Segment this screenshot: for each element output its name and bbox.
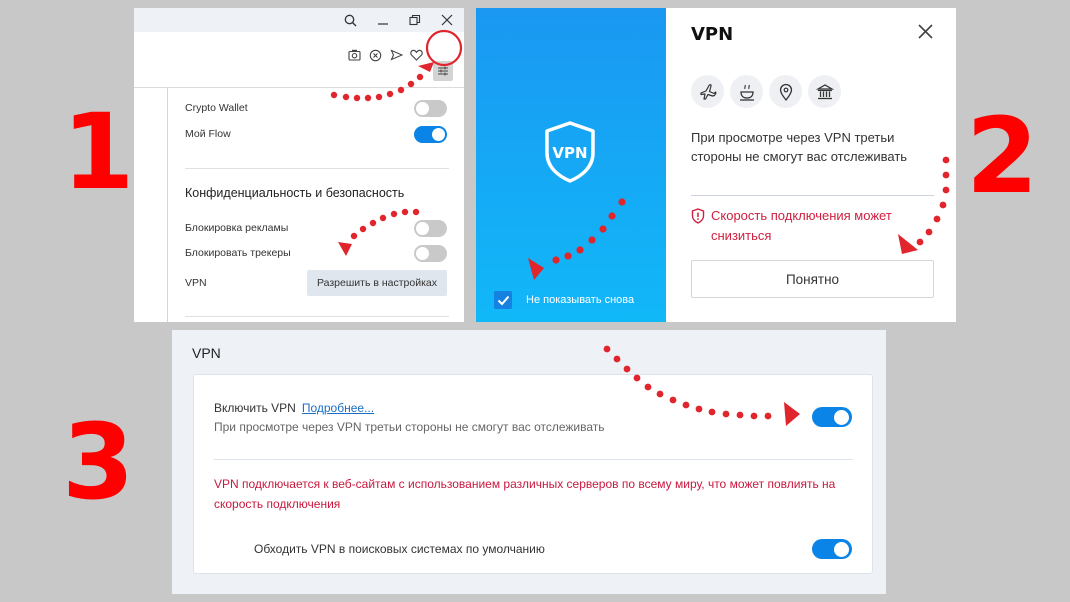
enable-vpn-description: При просмотре через VPN третьи стороны н… xyxy=(214,420,605,434)
bypass-search-engines-label: Обходить VPN в поисковых системах по умо… xyxy=(254,542,545,556)
browser-easy-setup-panel: Crypto Wallet Мой Flow Конфиденциальност… xyxy=(134,8,464,322)
my-flow-toggle[interactable] xyxy=(414,125,447,143)
vpn-row: VPN Разрешить в настройках xyxy=(185,269,447,297)
tracker-block-label: Блокировать трекеры xyxy=(185,247,291,259)
feature-icons xyxy=(691,75,841,108)
coffee-cup-icon xyxy=(730,75,763,108)
tracker-block-toggle[interactable] xyxy=(414,244,447,262)
step-number-3: 3 xyxy=(62,401,135,523)
ad-block-label: Блокировка рекламы xyxy=(185,222,289,234)
easy-setup-icon xyxy=(438,66,448,76)
divider xyxy=(185,168,449,169)
block-icon[interactable] xyxy=(367,47,383,63)
dont-show-again-checkbox[interactable] xyxy=(494,291,512,309)
vpn-speed-warning: VPN подключается к веб-сайтам с использо… xyxy=(214,477,836,511)
close-icon xyxy=(918,24,933,39)
crypto-wallet-row: Crypto Wallet xyxy=(185,98,447,118)
crypto-wallet-toggle[interactable] xyxy=(414,99,447,117)
shield-warning-icon xyxy=(691,208,705,224)
privacy-section-title: Конфиденциальность и безопасность xyxy=(185,186,405,200)
section-title: VPN xyxy=(192,345,221,361)
minimize-icon[interactable] xyxy=(374,11,392,29)
camera-icon[interactable] xyxy=(346,47,362,63)
vpn-intro-dialog: VPN Не показывать снова VPN При просмотр… xyxy=(476,8,956,322)
step-number-1: 1 xyxy=(62,91,135,213)
got-it-button[interactable]: Понятно xyxy=(691,260,934,298)
speed-warning-text: Скорость подключения может снизиться xyxy=(711,208,892,243)
step-number-2: 2 xyxy=(966,95,1039,217)
close-icon[interactable] xyxy=(438,11,456,29)
divider xyxy=(214,459,853,460)
vpn-description: При просмотре через VPN третьи стороны н… xyxy=(691,130,908,164)
dialog-title: VPN xyxy=(691,24,734,45)
vpn-label: VPN xyxy=(185,277,207,289)
shield-label: VPN xyxy=(552,144,587,162)
window-titlebar xyxy=(134,8,464,32)
search-icon[interactable] xyxy=(341,11,359,29)
vpn-shield-icon: VPN xyxy=(545,121,595,183)
vpn-dialog-content: VPN При просмотре через VPN третьи сторо… xyxy=(666,8,956,322)
divider xyxy=(691,195,934,196)
vpn-settings-card: Включить VPN Подробнее... При просмотре ч… xyxy=(193,374,873,574)
bypass-search-engines-toggle[interactable] xyxy=(812,539,852,559)
ad-block-toggle[interactable] xyxy=(414,219,447,237)
browser-toolbar xyxy=(134,32,464,88)
send-icon[interactable] xyxy=(388,47,404,63)
dont-show-again-row[interactable]: Не показывать снова xyxy=(494,291,634,309)
dont-show-again-label: Не показывать снова xyxy=(526,294,635,306)
allow-in-settings-button[interactable]: Разрешить в настройках xyxy=(306,270,447,296)
checkmark-icon xyxy=(497,295,509,305)
easy-setup-button[interactable] xyxy=(433,61,453,81)
divider xyxy=(185,316,449,317)
easy-setup-menu: Crypto Wallet Мой Flow Конфиденциальност… xyxy=(168,88,464,322)
my-flow-row: Мой Flow xyxy=(185,124,447,144)
restore-icon[interactable] xyxy=(406,11,424,29)
learn-more-link[interactable]: Подробнее... xyxy=(302,401,374,415)
tracker-block-row: Блокировать трекеры xyxy=(185,243,447,263)
bank-icon xyxy=(808,75,841,108)
crypto-wallet-label: Crypto Wallet xyxy=(185,102,248,114)
enable-vpn-row: Включить VPN Подробнее... xyxy=(214,401,374,415)
heart-icon[interactable] xyxy=(408,47,424,63)
vpn-settings-section: VPN Включить VPN Подробнее... При просмот… xyxy=(172,330,886,594)
enable-vpn-label: Включить VPN xyxy=(214,401,296,415)
location-pin-icon xyxy=(769,75,802,108)
speed-warning: Скорость подключения может снизиться xyxy=(691,206,941,246)
enable-vpn-toggle[interactable] xyxy=(812,407,852,427)
vpn-promo-banner: VPN Не показывать снова xyxy=(476,8,666,322)
airplane-icon xyxy=(691,75,724,108)
sidebar xyxy=(134,88,168,322)
ad-block-row: Блокировка рекламы xyxy=(185,218,447,238)
my-flow-label: Мой Flow xyxy=(185,128,231,140)
close-button[interactable] xyxy=(918,22,933,45)
